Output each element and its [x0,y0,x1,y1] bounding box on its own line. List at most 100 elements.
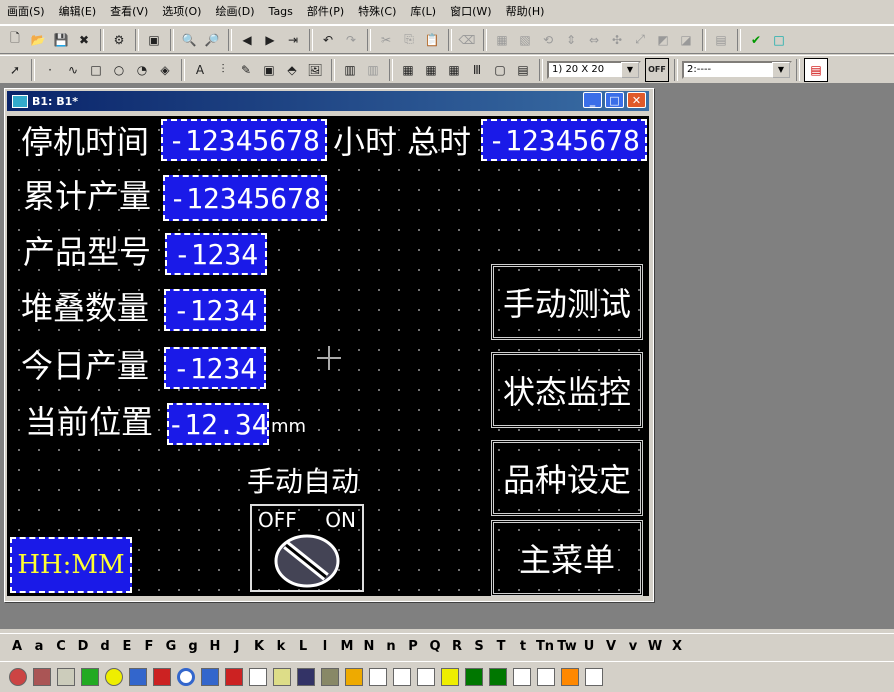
font-letter-button[interactable]: D [72,639,94,654]
list-icon[interactable] [393,667,411,686]
ring-icon[interactable] [177,667,195,686]
copy-icon[interactable]: ⎘ [398,29,420,51]
font-letter-button[interactable]: W [644,639,666,654]
dot-icon[interactable]: · [39,59,61,81]
align-icon[interactable]: ✣ [606,29,628,51]
palette-icon[interactable] [561,667,579,686]
simulate-icon[interactable]: ▣ [143,29,165,51]
user-icon[interactable] [345,667,363,686]
manual-auto-switch[interactable]: OFF ON [250,504,364,592]
next-screen-icon[interactable]: ▶ [259,29,281,51]
font-letter-button[interactable]: U [578,639,600,654]
today-output-value[interactable]: -1234 [164,347,266,389]
rectangle-icon[interactable]: □ [85,59,107,81]
goto-screen-icon[interactable]: ⇥ [282,29,304,51]
variety-setting-button[interactable]: 品种设定 [491,440,643,516]
status-monitor-button[interactable]: 状态监控 [491,352,643,428]
off-state-button[interactable]: OFF [645,57,669,82]
library-icon[interactable]: ▥ [339,59,361,81]
zoom-in-icon[interactable]: 🔍 [178,29,200,51]
resize-icon[interactable]: ⤢ [629,29,651,51]
model-value[interactable]: -1234 [165,233,267,275]
menu-item[interactable]: 编辑(E) [52,2,104,22]
lines-icon[interactable] [441,667,459,686]
text-icon[interactable]: A [189,59,211,81]
main-menu-button[interactable]: 主菜单 [491,520,643,596]
new-file-icon[interactable]: 🗋 [4,29,26,51]
font-letter-button[interactable]: k [270,639,292,654]
bulb-icon[interactable] [105,667,123,686]
bars-icon[interactable]: Ⅲ [466,59,488,81]
stack-value[interactable]: -1234 [164,289,266,331]
hmi-canvas[interactable]: 停机时间 -12345678 小时 总时 -12345678 累计产量 -123… [7,116,649,596]
font-letter-button[interactable]: S [468,639,490,654]
chevron-down-icon[interactable]: ▼ [772,61,790,78]
redo-icon[interactable]: ↷ [340,29,362,51]
delete-screen-icon[interactable]: ✖ [73,29,95,51]
send-back-icon[interactable]: ◪ [675,29,697,51]
font-letter-button[interactable]: V [600,639,622,654]
undo-icon[interactable]: ↶ [317,29,339,51]
image-frame-icon[interactable] [249,667,267,686]
menu-item[interactable]: 画面(S) [0,2,52,22]
menu-item[interactable]: 部件(P) [300,2,351,22]
abc-icon[interactable] [489,667,507,686]
gauge-icon[interactable] [201,667,219,686]
font-letter-button[interactable]: J [226,639,248,654]
num-12-icon[interactable] [513,667,531,686]
font-letter-button[interactable]: R [446,639,468,654]
font-letter-button[interactable]: g [182,639,204,654]
bring-front-icon[interactable]: ◩ [652,29,674,51]
menu-item[interactable]: 查看(V) [103,2,155,22]
card-icon[interactable] [57,667,75,686]
screen-window-titlebar[interactable]: B1: B1* [7,91,649,111]
menu-item[interactable]: 选项(O) [155,2,208,22]
menu-item[interactable]: 帮助(H) [499,2,552,22]
slider-icon[interactable] [321,667,339,686]
bar-chart-icon[interactable] [153,667,171,686]
calc-icon[interactable]: ▦ [397,59,419,81]
grid-size-select[interactable]: 1) 20 X 20 ▼ [547,60,641,79]
font-letter-button[interactable]: l [314,639,336,654]
paste-icon[interactable]: 📋 [421,29,443,51]
zoom-out-icon[interactable]: 🔎 [201,29,223,51]
state-select[interactable]: 2:---- ▼ [682,60,792,79]
check-icon[interactable]: ✔ [745,29,767,51]
position-value[interactable]: -12.34 [167,403,269,445]
box-icon[interactable] [33,667,51,686]
chevron-down-icon[interactable]: ▼ [621,61,639,78]
font-letter-button[interactable]: Q [424,639,446,654]
flip-horizontal-icon[interactable]: ⇔ [583,29,605,51]
doc-icon[interactable]: ▤ [512,59,534,81]
menu-item[interactable]: 窗口(W) [443,2,498,22]
ungroup-icon[interactable]: ▧ [514,29,536,51]
scale-icon[interactable]: ⫶ [212,59,234,81]
font-letter-button[interactable]: M [336,639,358,654]
font-letter-button[interactable]: X [666,639,688,654]
stack-icon[interactable] [129,667,147,686]
pen-icon[interactable]: ✎ [235,59,257,81]
open-folder-icon[interactable]: 📂 [27,29,49,51]
total-hours-value[interactable]: -12345678 [481,119,647,161]
minimize-button[interactable]: _ [583,92,602,108]
close-button[interactable]: ✕ [627,92,646,108]
maximize-button[interactable]: □ [605,92,624,108]
font-letter-button[interactable]: Tn [534,639,556,654]
scroll-icon[interactable] [273,667,291,686]
rotate-icon[interactable]: ⟲ [537,29,559,51]
font-letter-button[interactable]: t [512,639,534,654]
font-letter-button[interactable]: F [138,639,160,654]
panel-icon[interactable] [297,667,315,686]
font-letter-button[interactable]: Tw [556,639,578,654]
database-icon[interactable] [9,667,27,686]
arc-icon[interactable]: ◔ [131,59,153,81]
menu-item[interactable]: 库(L) [403,2,443,22]
chart-frame-icon[interactable] [585,667,603,686]
flip-vertical-icon[interactable]: ⇕ [560,29,582,51]
clock-display[interactable]: HH:MM [10,537,132,593]
font-letter-button[interactable]: P [402,639,424,654]
font-letter-button[interactable]: C [50,639,72,654]
menu-item[interactable]: 特殊(C) [351,2,403,22]
calc2-icon[interactable]: ▦ [420,59,442,81]
save-icon[interactable]: 💾 [50,29,72,51]
